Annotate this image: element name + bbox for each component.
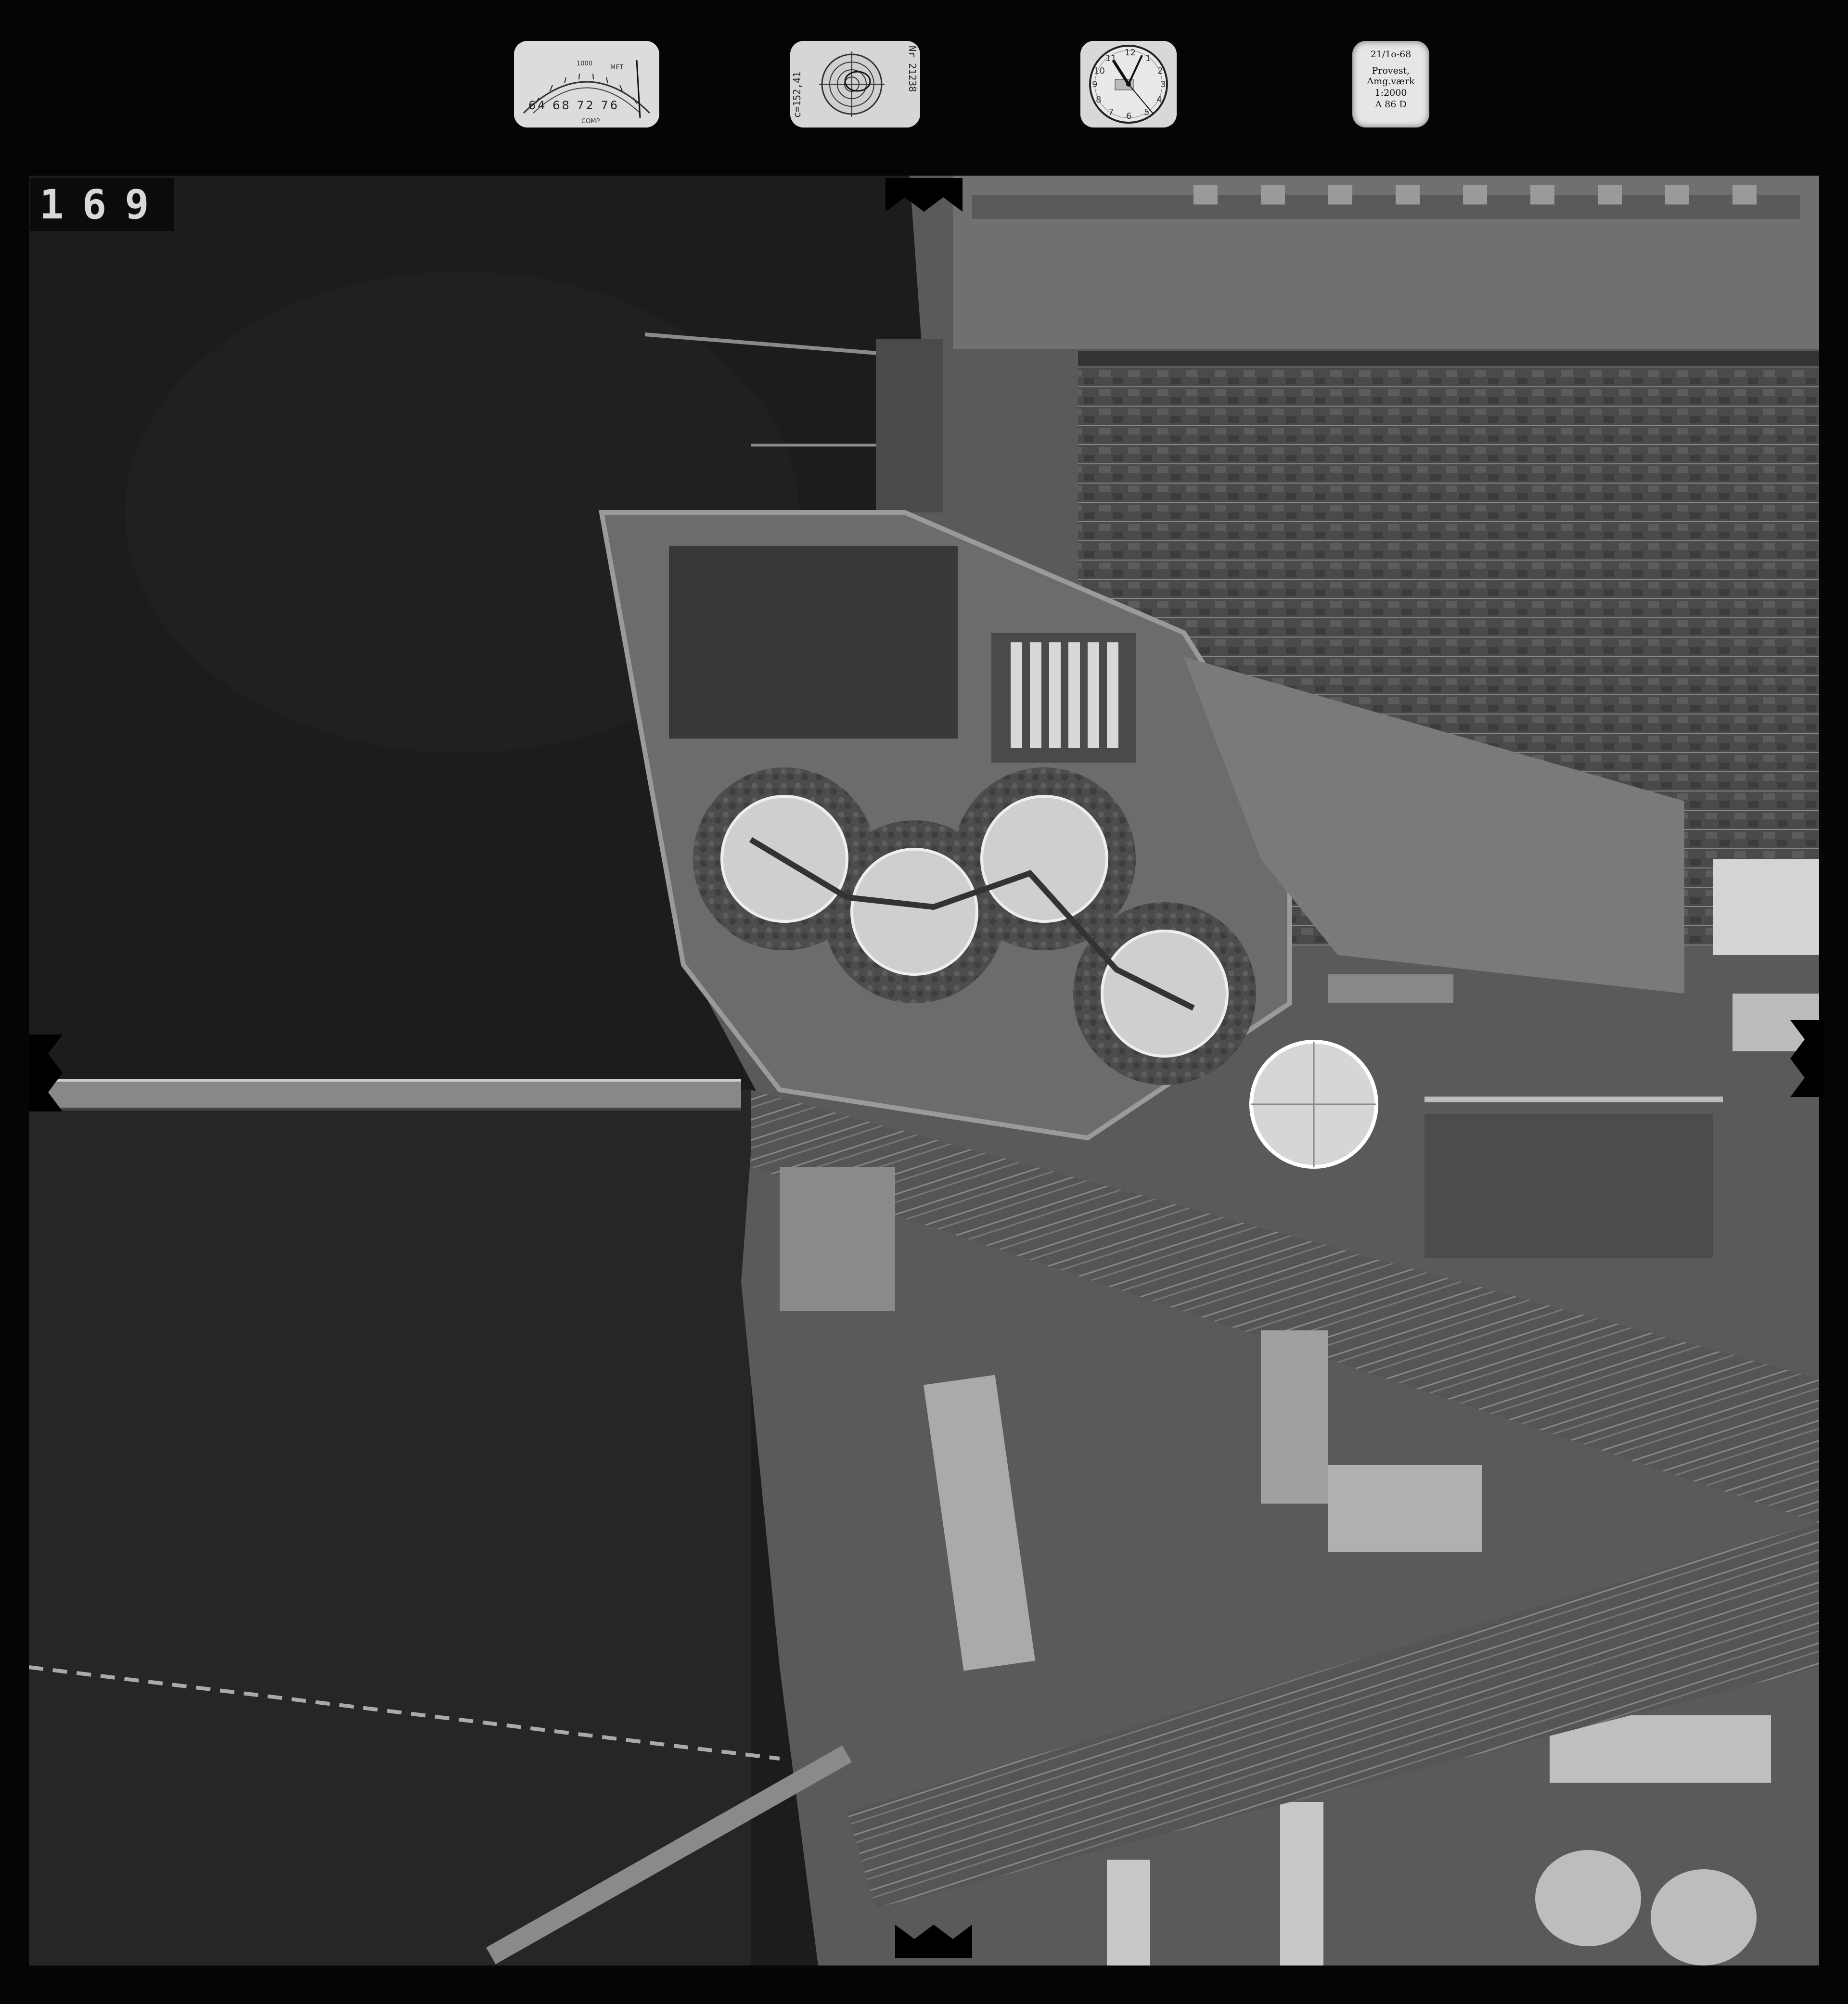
level-bubble-gauge: c=152,41 Nr 21238 bbox=[790, 41, 920, 128]
clock-dial: 12 1 2 3 4 5 6 7 8 9 10 11 bbox=[1080, 41, 1177, 128]
altimeter-dial: 64 68 72 76 1000 MET COMP bbox=[514, 41, 659, 128]
clock-numeral-9: 9 bbox=[1092, 79, 1098, 89]
altimeter-unit-label: MET bbox=[610, 64, 624, 71]
frame-number: 169 bbox=[30, 178, 174, 231]
clock-numeral-4: 4 bbox=[1156, 95, 1162, 105]
data-card-line3: Amg.værk bbox=[1367, 76, 1415, 87]
fiducial-mark-left-icon bbox=[29, 1034, 63, 1111]
altimeter-scale: 64 68 72 76 bbox=[528, 99, 620, 112]
altimeter-bottom-label: COMP bbox=[581, 118, 600, 125]
altimeter-dial-icon bbox=[514, 41, 659, 128]
focal-length-label: c=152,41 bbox=[791, 71, 803, 118]
data-card-line2: Provest, bbox=[1372, 65, 1410, 76]
data-card-date: 21/1o-68 bbox=[1370, 49, 1412, 60]
fiducial-mark-bottom-icon bbox=[895, 1925, 972, 1958]
fiducial-mark-right-icon bbox=[1790, 1020, 1824, 1097]
bullseye-level-icon bbox=[790, 41, 920, 128]
clock-numeral-7: 7 bbox=[1108, 107, 1114, 117]
fiducial-mark-top-icon bbox=[886, 178, 962, 212]
clock-numeral-10: 10 bbox=[1094, 66, 1105, 76]
clock-numeral-12: 12 bbox=[1125, 48, 1136, 58]
clock-numeral-8: 8 bbox=[1096, 95, 1102, 105]
clock-numeral-1: 1 bbox=[1145, 53, 1151, 64]
camera-serial-label: Nr 21238 bbox=[907, 46, 918, 92]
altimeter-top-label: 1000 bbox=[577, 60, 593, 67]
clock-numeral-2: 2 bbox=[1157, 66, 1163, 76]
clock-numeral-3: 3 bbox=[1160, 79, 1166, 89]
clock-numeral-11: 11 bbox=[1105, 53, 1116, 64]
aerial-photo-icon bbox=[29, 176, 1819, 1966]
film-frame: 64 68 72 76 1000 MET COMP c=152,41 Nr 21… bbox=[0, 0, 1848, 2004]
data-card: 21/1o-68 Provest, Amg.værk 1:2000 A 86 D bbox=[1352, 41, 1429, 128]
data-card-scale: 1:2000 bbox=[1374, 88, 1407, 98]
data-card-id: A 86 D bbox=[1375, 99, 1407, 110]
aerial-photograph bbox=[29, 176, 1819, 1966]
clock-numeral-6: 6 bbox=[1126, 111, 1132, 121]
clock-numeral-5: 5 bbox=[1144, 107, 1150, 117]
